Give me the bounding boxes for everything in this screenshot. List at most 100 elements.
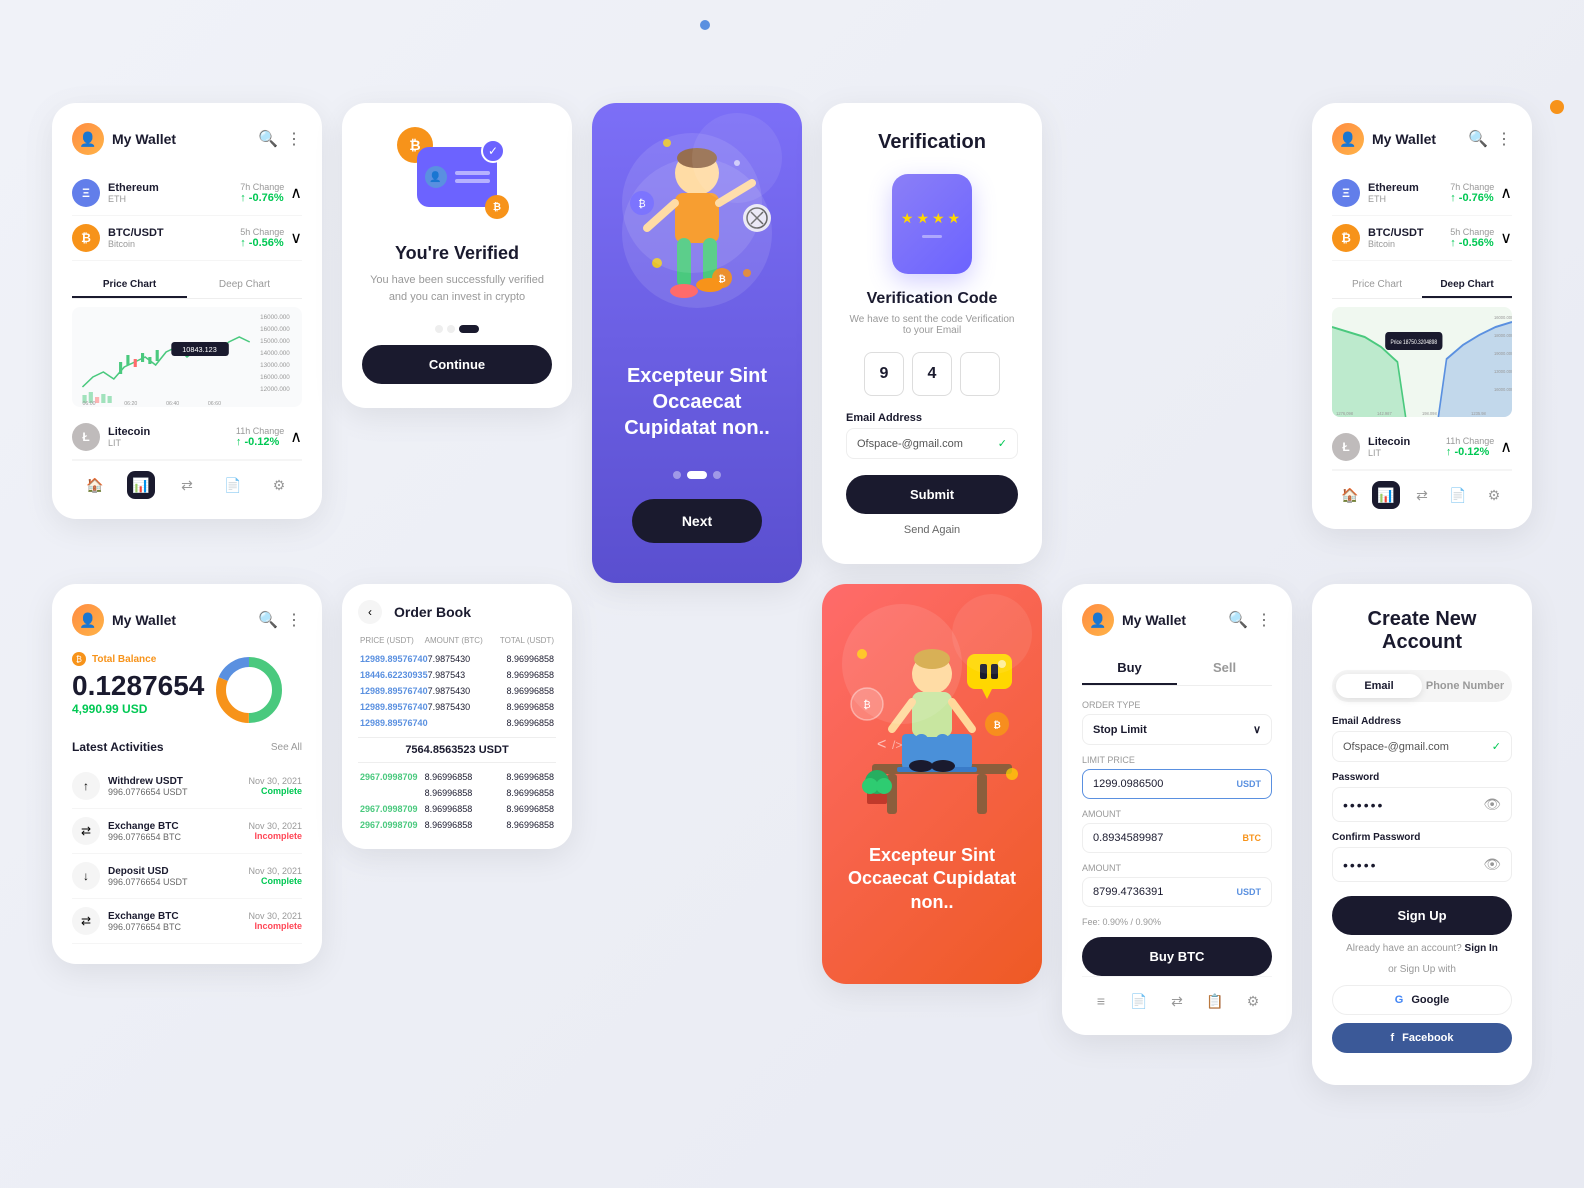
fee-text: Fee: 0.90% / 0.90% <box>1082 917 1272 927</box>
price-chart-tab[interactable]: Price Chart <box>72 273 187 298</box>
svg-text:13000.000: 13000.000 <box>260 362 290 369</box>
google-icon: G <box>1395 994 1404 1006</box>
settings-nav[interactable]: ⚙ <box>1480 481 1508 509</box>
crypto-details: Litecoin LIT <box>1368 436 1410 458</box>
doc-nav[interactable]: 📄 <box>1444 481 1472 509</box>
password-field-group: Password •••••• 👁 <box>1332 772 1512 822</box>
limit-price-input[interactable]: 1299.0986500 USDT <box>1082 769 1272 799</box>
search-icon[interactable]: 🔍 <box>258 610 278 630</box>
crypto-row-eth[interactable]: Ξ Ethereum ETH 7h Change ↑ -0.76% ∧ <box>72 171 302 216</box>
amount-1-input[interactable]: 0.8934589987 BTC <box>1082 823 1272 853</box>
crypto-row-ltc[interactable]: Ł Litecoin LIT 11h Change ↑ -0.12% ∧ <box>1332 425 1512 470</box>
google-button[interactable]: G Google <box>1332 985 1512 1015</box>
eye-icon[interactable]: 👁 <box>1483 796 1501 813</box>
deep-chart-tab[interactable]: Deep Chart <box>187 273 302 298</box>
buy-button[interactable]: Buy BTC <box>1082 937 1272 976</box>
amount: 7.9875430 <box>428 686 491 696</box>
svg-text:13000.000: 13000.000 <box>1494 369 1512 374</box>
search-icon[interactable]: 🔍 <box>258 129 278 149</box>
buy-tab[interactable]: Buy <box>1082 652 1177 685</box>
more-icon[interactable]: ⋮ <box>286 129 302 149</box>
header-icons: 🔍 ⋮ <box>258 610 302 630</box>
change-label: 7h Change <box>1450 182 1494 192</box>
bottom-navigation: ≡ 📄 ⇄ 📋 ⚙ <box>1082 976 1272 1015</box>
verified-description: You have been successfully verified and … <box>362 272 552 305</box>
doc2-nav[interactable]: 📋 <box>1201 987 1229 1015</box>
change-info: 5h Change ↑ -0.56% <box>1450 227 1494 249</box>
password-field[interactable]: •••••• 👁 <box>1332 787 1512 822</box>
facebook-button[interactable]: f Facebook <box>1332 1023 1512 1053</box>
code-digit-1[interactable]: 9 <box>864 352 904 396</box>
avatar: 👤 <box>72 604 104 636</box>
confirm-password-field[interactable]: ••••• 👁 <box>1332 847 1512 882</box>
svg-text:14000.000: 14000.000 <box>260 350 290 357</box>
amount: 8.96996858 <box>425 772 490 782</box>
toggle-pills: Email Phone Number <box>1332 670 1512 702</box>
code-digit-2[interactable]: 4 <box>912 352 952 396</box>
btc-icon: ₿ <box>1332 224 1360 252</box>
doc-nav[interactable]: 📄 <box>1125 987 1153 1015</box>
activity-name: Deposit USD <box>108 866 188 877</box>
table-nav[interactable]: ≡ <box>1087 987 1115 1015</box>
price: 12989.89576740 <box>360 686 428 696</box>
continue-button[interactable]: Continue <box>362 345 552 384</box>
search-icon[interactable]: 🔍 <box>1228 610 1248 630</box>
deep-chart: Price 18750.3204898 1276,098 142.987 198… <box>1332 307 1512 417</box>
home-nav[interactable]: 🏠 <box>81 471 109 499</box>
more-icon[interactable]: ⋮ <box>1496 129 1512 149</box>
chart-nav[interactable]: 📊 <box>1372 481 1400 509</box>
change-info: 11h Change ↑ -0.12% <box>236 426 284 448</box>
phone-toggle[interactable]: Phone Number <box>1422 674 1508 698</box>
deep-chart-tab[interactable]: Deep Chart <box>1422 273 1512 298</box>
email-field[interactable]: Ofspace-@gmail.com ✓ <box>1332 731 1512 762</box>
email-toggle[interactable]: Email <box>1336 674 1422 698</box>
back-button[interactable]: ‹ <box>358 600 382 624</box>
settings-nav[interactable]: ⚙ <box>1239 987 1267 1015</box>
header-left: 👤 My Wallet <box>1332 123 1436 155</box>
sell-tab[interactable]: Sell <box>1177 652 1272 685</box>
crypto-info: Ξ Ethereum ETH <box>72 179 159 207</box>
send-again-link[interactable]: Send Again <box>846 524 1018 536</box>
id-card-shape: 👤 ✓ <box>417 147 497 207</box>
crypto-details: Ethereum ETH <box>108 182 159 204</box>
activity-details: Exchange BTC 996.0776654 BTC <box>108 821 181 842</box>
signup-button[interactable]: Sign Up <box>1332 896 1512 935</box>
doc-nav[interactable]: 📄 <box>219 471 247 499</box>
more-icon[interactable]: ⋮ <box>286 610 302 630</box>
wallet-card-2: 👤 My Wallet 🔍 ⋮ Ξ Ethereum ETH <box>1312 103 1532 529</box>
swap-nav[interactable]: ⇄ <box>1163 987 1191 1015</box>
crypto-row-btc[interactable]: ₿ BTC/USDT Bitcoin 5h Change ↑ -0.56% ∨ <box>72 216 302 261</box>
signin-link[interactable]: Sign In <box>1465 943 1498 954</box>
total: 8.96996858 <box>491 718 554 728</box>
price: 18446.62230935 <box>360 670 428 680</box>
submit-button[interactable]: Submit <box>846 475 1018 514</box>
amount: 8.96996858 <box>425 788 490 798</box>
see-all-link[interactable]: See All <box>271 742 302 753</box>
crypto-right: 11h Change ↑ -0.12% ∧ <box>1446 436 1512 458</box>
change-value: ↑ -0.12% <box>236 436 284 448</box>
order-type-select[interactable]: Stop Limit ∨ <box>1082 714 1272 745</box>
chart-nav[interactable]: 📊 <box>127 471 155 499</box>
order-row-green: 2967.0998709 8.96996858 8.96996858 <box>358 817 556 833</box>
more-icon[interactable]: ⋮ <box>1256 610 1272 630</box>
code-digit-3[interactable] <box>960 352 1000 396</box>
swap-nav[interactable]: ⇄ <box>1408 481 1436 509</box>
promo-text: Excepteur Sint Occaecat Cupidatat non.. <box>822 844 1042 914</box>
eye-icon-2[interactable]: 👁 <box>1483 856 1501 873</box>
settings-nav[interactable]: ⚙ <box>265 471 293 499</box>
crypto-row-ltc[interactable]: Ł Litecoin LIT 11h Change ↑ -0.12% ∧ <box>72 415 302 460</box>
card-content: 👤 <box>425 166 490 188</box>
chevron-up-icon: ∧ <box>290 183 302 203</box>
swap-nav[interactable]: ⇄ <box>173 471 201 499</box>
amount-2-input[interactable]: 8799.4736391 USDT <box>1082 877 1272 907</box>
next-button[interactable]: Next <box>632 499 762 543</box>
price-chart-tab[interactable]: Price Chart <box>1332 273 1422 298</box>
crypto-row-btc[interactable]: ₿ BTC/USDT Bitcoin 5h Change ↑ -0.56% ∨ <box>1332 216 1512 261</box>
wallet-title: My Wallet <box>112 612 176 628</box>
crypto-row-eth[interactable]: Ξ Ethereum ETH 7h Change ↑ -0.76% ∧ <box>1332 171 1512 216</box>
search-icon[interactable]: 🔍 <box>1468 129 1488 149</box>
coin-symbol: Bitcoin <box>108 239 164 249</box>
chevron-up-icon: ∧ <box>1500 183 1512 203</box>
order-row: 12989.89576740 7.9875430 8.96996858 <box>358 683 556 699</box>
home-nav[interactable]: 🏠 <box>1336 481 1364 509</box>
